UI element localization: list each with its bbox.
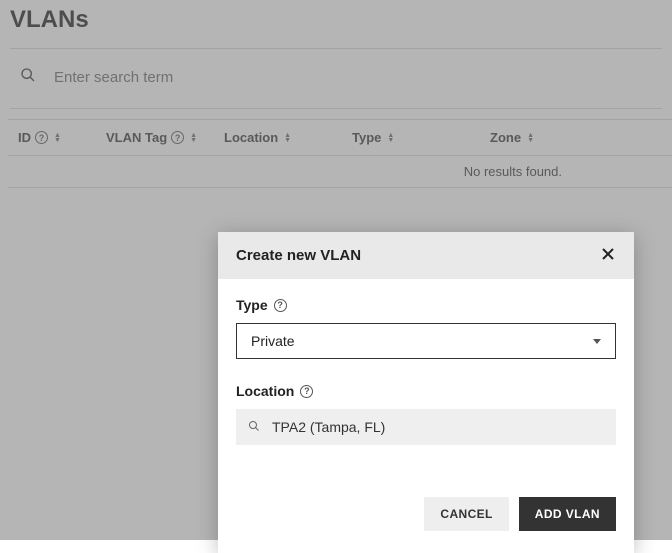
modal-footer: CANCEL ADD VLAN [218,497,634,553]
location-label: Location ? [236,383,616,399]
add-vlan-button[interactable]: ADD VLAN [519,497,616,531]
type-label-text: Type [236,297,268,313]
help-icon[interactable]: ? [300,385,313,398]
create-vlan-modal: Create new VLAN Type ? Private Location … [218,232,634,553]
type-select-value: Private [251,333,295,349]
type-label: Type ? [236,297,616,313]
close-icon [602,248,614,263]
modal-header: Create new VLAN [218,232,634,279]
location-value: TPA2 (Tampa, FL) [272,419,385,435]
location-search-input[interactable]: TPA2 (Tampa, FL) [236,409,616,445]
cancel-button[interactable]: CANCEL [424,497,508,531]
type-select[interactable]: Private [236,323,616,359]
close-button[interactable] [600,246,616,265]
modal-title: Create new VLAN [236,247,361,264]
location-label-text: Location [236,383,294,399]
help-icon[interactable]: ? [274,299,287,312]
chevron-down-icon [593,339,601,344]
search-icon [248,419,260,435]
